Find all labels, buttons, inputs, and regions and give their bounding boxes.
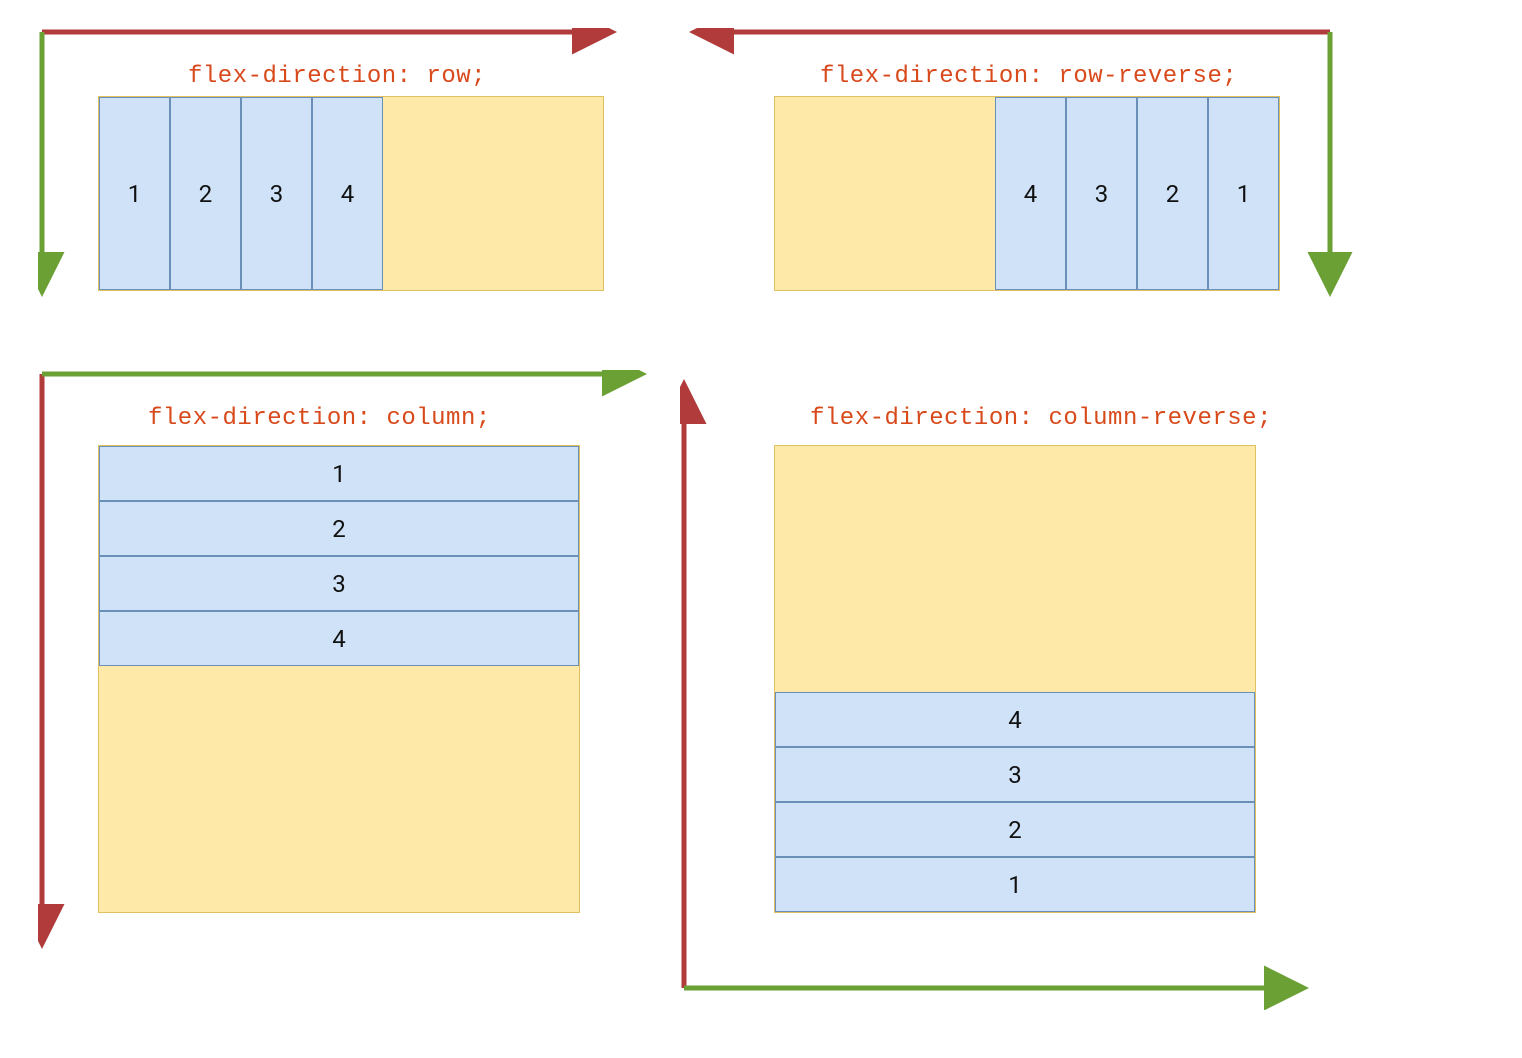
flex-container-column: 1 2 3 4 bbox=[98, 445, 580, 913]
flex-item: 4 bbox=[995, 97, 1066, 290]
flex-item: 4 bbox=[775, 692, 1255, 747]
flex-direction-diagram: flex-direction: row; 1 2 3 4 flex-direct… bbox=[0, 0, 1522, 1058]
flex-item: 2 bbox=[775, 802, 1255, 857]
flex-item: 1 bbox=[775, 857, 1255, 912]
diagram-column: flex-direction: column; 1 2 3 4 bbox=[38, 370, 692, 950]
label-row-reverse: flex-direction: row-reverse; bbox=[820, 63, 1237, 90]
flex-item: 3 bbox=[775, 747, 1255, 802]
flex-item: 2 bbox=[170, 97, 241, 290]
flex-item: 1 bbox=[1208, 97, 1279, 290]
label-row: flex-direction: row; bbox=[188, 63, 486, 90]
flex-container-row: 1 2 3 4 bbox=[98, 96, 604, 291]
flex-container-column-reverse: 1 2 3 4 bbox=[774, 445, 1256, 913]
flex-item: 2 bbox=[99, 501, 579, 556]
flex-item: 1 bbox=[99, 446, 579, 501]
diagram-row: flex-direction: row; 1 2 3 4 bbox=[38, 28, 692, 298]
diagram-column-reverse: flex-direction: column-reverse; 1 2 3 4 bbox=[680, 370, 1480, 1010]
flex-item: 4 bbox=[312, 97, 383, 290]
diagram-row-reverse: flex-direction: row-reverse; 1 2 3 4 bbox=[680, 28, 1480, 298]
label-column: flex-direction: column; bbox=[148, 405, 491, 432]
label-column-reverse: flex-direction: column-reverse; bbox=[810, 405, 1272, 432]
flex-item: 3 bbox=[99, 556, 579, 611]
flex-container-row-reverse: 1 2 3 4 bbox=[774, 96, 1280, 291]
flex-item: 2 bbox=[1137, 97, 1208, 290]
flex-item: 1 bbox=[99, 97, 170, 290]
flex-item: 3 bbox=[241, 97, 312, 290]
flex-item: 4 bbox=[99, 611, 579, 666]
flex-item: 3 bbox=[1066, 97, 1137, 290]
